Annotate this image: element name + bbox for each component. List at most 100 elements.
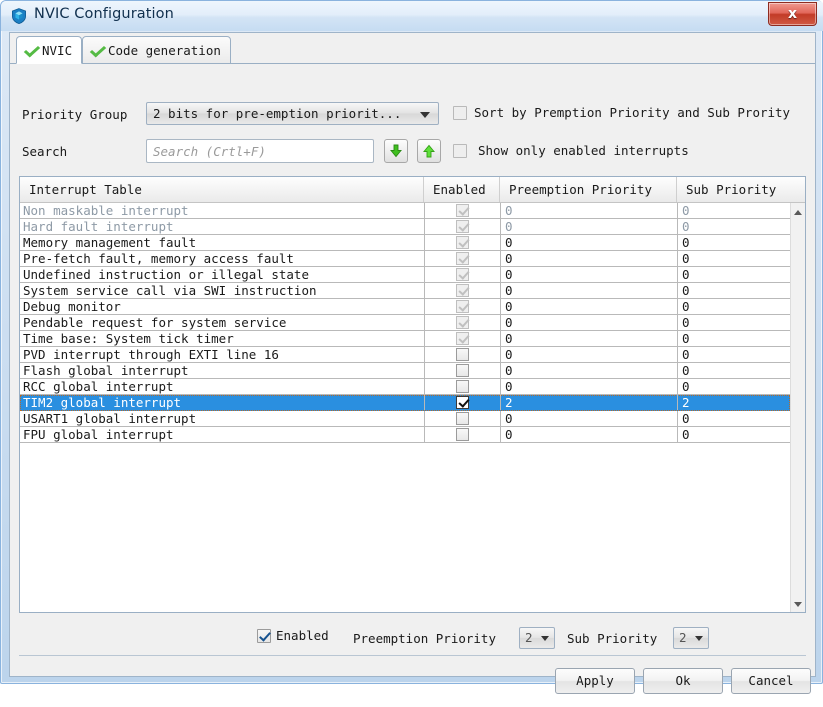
show-only-enabled-checkbox-row[interactable]: Show only enabled interrupts <box>453 143 689 158</box>
column-header-interrupt-table[interactable]: Interrupt Table <box>20 177 424 202</box>
show-only-enabled-checkbox[interactable] <box>453 143 467 158</box>
cell-sub-priority[interactable]: 0 <box>677 251 790 266</box>
cell-enabled[interactable] <box>424 395 500 410</box>
table-row[interactable]: FPU global interrupt 0 0 <box>20 427 790 443</box>
row-enabled-checkbox[interactable] <box>456 284 469 297</box>
cell-enabled[interactable] <box>424 427 500 442</box>
cell-enabled[interactable] <box>424 251 500 266</box>
cell-enabled[interactable] <box>424 267 500 282</box>
cell-enabled[interactable] <box>424 363 500 378</box>
cell-enabled[interactable] <box>424 299 500 314</box>
cell-sub-priority[interactable]: 0 <box>677 379 790 394</box>
table-row[interactable]: Pre-fetch fault, memory access fault 0 0 <box>20 251 790 267</box>
table-row[interactable]: Pendable request for system service 0 0 <box>20 315 790 331</box>
cell-enabled[interactable] <box>424 315 500 330</box>
row-enabled-checkbox[interactable] <box>456 428 469 441</box>
cell-sub-priority[interactable]: 0 <box>677 315 790 330</box>
cell-preemption-priority[interactable]: 0 <box>500 379 677 394</box>
table-row[interactable]: RCC global interrupt 0 0 <box>20 379 790 395</box>
triangle-down-icon[interactable] <box>791 597 805 611</box>
cell-preemption-priority[interactable]: 0 <box>500 235 677 250</box>
table-row[interactable]: TIM2 global interrupt 2 2 <box>20 395 790 411</box>
tab-code-generation[interactable]: Code generation <box>82 36 231 64</box>
cell-enabled[interactable] <box>424 331 500 346</box>
cell-sub-priority[interactable]: 0 <box>677 219 790 234</box>
tab-nvic[interactable]: NVIC <box>16 36 83 64</box>
row-enabled-checkbox[interactable] <box>456 332 469 345</box>
cell-sub-priority[interactable]: 0 <box>677 283 790 298</box>
cell-preemption-priority[interactable]: 0 <box>500 331 677 346</box>
row-enabled-checkbox[interactable] <box>456 252 469 265</box>
ok-button[interactable]: Ok <box>643 668 723 694</box>
table-row[interactable]: PVD interrupt through EXTI line 16 0 0 <box>20 347 790 363</box>
cell-enabled[interactable] <box>424 411 500 426</box>
row-enabled-checkbox[interactable] <box>456 268 469 281</box>
table-row[interactable]: USART1 global interrupt 0 0 <box>20 411 790 427</box>
cell-sub-priority[interactable]: 0 <box>677 203 790 218</box>
editor-enabled-checkbox-row[interactable]: Enabled <box>257 628 329 643</box>
cell-preemption-priority[interactable]: 0 <box>500 411 677 426</box>
editor-preemption-dropdown[interactable]: 2 <box>519 627 555 649</box>
row-enabled-checkbox[interactable] <box>456 220 469 233</box>
cell-enabled[interactable] <box>424 219 500 234</box>
cell-preemption-priority[interactable]: 0 <box>500 267 677 282</box>
cell-sub-priority[interactable]: 0 <box>677 347 790 362</box>
row-enabled-checkbox[interactable] <box>456 364 469 377</box>
table-row[interactable]: Time base: System tick timer 0 0 <box>20 331 790 347</box>
cell-sub-priority[interactable]: 0 <box>677 267 790 282</box>
cell-sub-priority[interactable]: 0 <box>677 427 790 442</box>
cell-enabled[interactable] <box>424 203 500 218</box>
table-row[interactable]: System service call via SWI instruction 0… <box>20 283 790 299</box>
cell-preemption-priority[interactable]: 0 <box>500 363 677 378</box>
cell-sub-priority[interactable]: 0 <box>677 331 790 346</box>
sort-by-priority-checkbox[interactable] <box>453 105 467 120</box>
search-input[interactable] <box>146 139 374 163</box>
close-button[interactable]: x <box>768 2 817 26</box>
row-enabled-checkbox[interactable] <box>456 412 469 425</box>
cell-preemption-priority[interactable]: 0 <box>500 219 677 234</box>
column-header-sub-priority[interactable]: Sub Priority <box>677 177 805 202</box>
cell-preemption-priority[interactable]: 0 <box>500 299 677 314</box>
table-row[interactable]: Memory management fault 0 0 <box>20 235 790 251</box>
cell-sub-priority[interactable]: 0 <box>677 299 790 314</box>
table-row[interactable]: Flash global interrupt 0 0 <box>20 363 790 379</box>
editor-enabled-checkbox[interactable] <box>257 628 271 643</box>
row-enabled-checkbox[interactable] <box>456 204 469 217</box>
cell-sub-priority[interactable]: 0 <box>677 411 790 426</box>
cell-preemption-priority[interactable]: 2 <box>500 395 677 410</box>
row-enabled-checkbox[interactable] <box>456 396 469 409</box>
triangle-up-icon[interactable] <box>791 205 805 219</box>
column-header-enabled[interactable]: Enabled <box>424 177 500 202</box>
cell-enabled[interactable] <box>424 347 500 362</box>
search-previous-button[interactable] <box>417 139 441 163</box>
priority-group-dropdown[interactable]: 2 bits for pre-emption priorit... <box>146 102 439 125</box>
apply-button[interactable]: Apply <box>555 668 635 694</box>
row-enabled-checkbox[interactable] <box>456 380 469 393</box>
column-header-preemption-priority[interactable]: Preemption Priority <box>500 177 677 202</box>
sort-by-priority-checkbox-row[interactable]: Sort by Premption Priority and Sub Prori… <box>453 105 790 120</box>
cancel-button[interactable]: Cancel <box>731 668 811 694</box>
cell-preemption-priority[interactable]: 0 <box>500 347 677 362</box>
cell-sub-priority[interactable]: 2 <box>677 395 790 410</box>
table-row[interactable]: Undefined instruction or illegal state 0 0 <box>20 267 790 283</box>
cell-enabled[interactable] <box>424 283 500 298</box>
title-bar[interactable]: NVIC Configuration x <box>1 1 823 31</box>
row-enabled-checkbox[interactable] <box>456 316 469 329</box>
cell-preemption-priority[interactable]: 0 <box>500 203 677 218</box>
row-enabled-checkbox[interactable] <box>456 236 469 249</box>
table-row[interactable]: Non maskable interrupt 0 0 <box>20 203 790 219</box>
editor-sub-priority-dropdown[interactable]: 2 <box>673 627 709 649</box>
cell-enabled[interactable] <box>424 379 500 394</box>
row-enabled-checkbox[interactable] <box>456 300 469 313</box>
cell-preemption-priority[interactable]: 0 <box>500 251 677 266</box>
cell-enabled[interactable] <box>424 235 500 250</box>
table-vertical-scrollbar[interactable] <box>790 203 805 612</box>
table-row[interactable]: Hard fault interrupt 0 0 <box>20 219 790 235</box>
cell-sub-priority[interactable]: 0 <box>677 363 790 378</box>
table-row[interactable]: Debug monitor 0 0 <box>20 299 790 315</box>
cell-preemption-priority[interactable]: 0 <box>500 427 677 442</box>
cell-preemption-priority[interactable]: 0 <box>500 283 677 298</box>
cell-sub-priority[interactable]: 0 <box>677 235 790 250</box>
row-enabled-checkbox[interactable] <box>456 348 469 361</box>
search-next-button[interactable] <box>384 139 408 163</box>
